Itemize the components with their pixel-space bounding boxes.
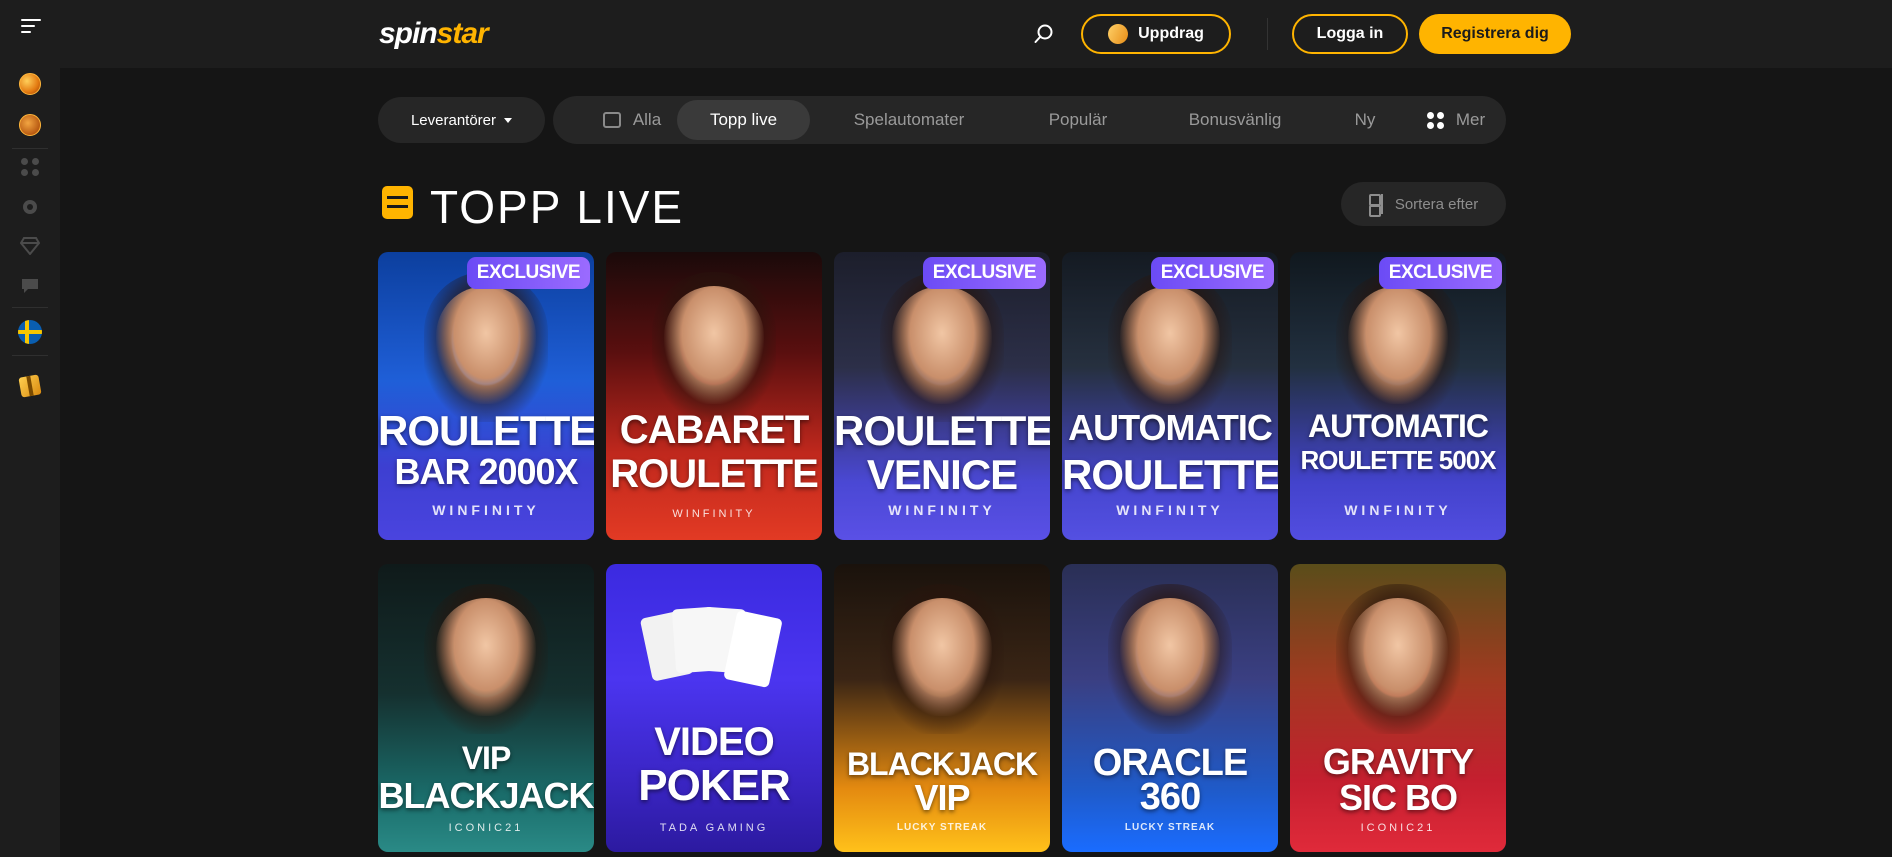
game-title-line2: 360 bbox=[1139, 776, 1201, 818]
sweden-flag-icon[interactable] bbox=[18, 320, 42, 344]
uppdrag-label: Uppdrag bbox=[1138, 25, 1204, 42]
uppdrag-icon bbox=[1105, 21, 1131, 47]
game-provider: LUCKY STREAK bbox=[896, 822, 988, 833]
game-card[interactable]: GRAVITY SIC BO ICONIC21 bbox=[1290, 564, 1506, 852]
logo-star: star bbox=[436, 17, 489, 50]
tab-popular[interactable]: Populär bbox=[1008, 100, 1148, 140]
sort-button[interactable]: Sortera efter bbox=[1341, 182, 1506, 226]
menu-icon[interactable] bbox=[21, 19, 41, 35]
game-title-line2: BAR 2000X bbox=[394, 451, 578, 492]
dots-icon[interactable] bbox=[18, 155, 42, 179]
category-tabs: Alla Topp live Spelautomater Populär Bon… bbox=[553, 96, 1506, 144]
header-divider bbox=[1267, 18, 1268, 50]
login-button[interactable]: Logga in bbox=[1292, 14, 1408, 54]
game-card[interactable]: EXCLUSIVE ROULETTE VENICE WINFINITY bbox=[834, 252, 1050, 540]
game-title-line1: GRAVITY bbox=[1322, 741, 1474, 782]
game-title-line1: VIP bbox=[461, 740, 512, 776]
game-title-line2: BLACKJACK bbox=[378, 775, 595, 816]
top-header bbox=[60, 0, 1892, 68]
game-title-line1: AUTOMATIC bbox=[1307, 408, 1489, 444]
dots-icon bbox=[1426, 111, 1444, 129]
providers-dropdown[interactable]: Leverantörer bbox=[378, 97, 545, 143]
game-provider: WINFINITY bbox=[432, 502, 540, 518]
exclusive-badge: EXCLUSIVE bbox=[1150, 257, 1274, 289]
game-card[interactable]: ORACLE 360 LUCKY STREAK bbox=[1062, 564, 1278, 852]
game-title-line2: POKER bbox=[638, 761, 790, 810]
game-title-line1: AUTOMATIC bbox=[1068, 407, 1273, 448]
game-title-line1: BLACKJACK bbox=[846, 746, 1038, 782]
game-title-line1: VIDEO bbox=[654, 720, 774, 764]
page-title: TOPP LIVE bbox=[430, 181, 685, 233]
game-provider: TADA GAMING bbox=[659, 822, 769, 834]
game-provider: WINFINITY bbox=[1116, 502, 1224, 518]
game-provider: WINFINITY bbox=[888, 502, 996, 518]
tab-topp-live[interactable]: Topp live bbox=[677, 100, 810, 140]
game-provider: WINFINITY bbox=[672, 508, 756, 520]
sort-icon bbox=[1368, 194, 1387, 217]
caret-down-icon bbox=[504, 117, 513, 123]
coin-icon[interactable] bbox=[18, 72, 42, 96]
tab-alla[interactable]: Alla bbox=[577, 100, 687, 140]
game-provider: WINFINITY bbox=[1344, 502, 1452, 518]
game-card[interactable]: EXCLUSIVE AUTOMATIC ROULETTE 500X WINFIN… bbox=[1290, 252, 1506, 540]
game-card[interactable]: BLACKJACK VIP LUCKY STREAK bbox=[834, 564, 1050, 852]
tab-bonusvanlig[interactable]: Bonusvänlig bbox=[1160, 100, 1310, 140]
game-title-line1: CABARET bbox=[619, 408, 810, 452]
game-card[interactable]: CABARET ROULETTE WINFINITY bbox=[606, 252, 822, 540]
game-title-line2: ROULETTE 500X bbox=[1300, 445, 1496, 475]
uppdrag-button[interactable]: Uppdrag bbox=[1081, 14, 1231, 54]
game-title-line2: SIC BO bbox=[1338, 777, 1458, 818]
tab-label: Mer bbox=[1455, 110, 1486, 129]
game-card[interactable]: EXCLUSIVE AUTOMATIC ROULETTE WINFINITY bbox=[1062, 252, 1278, 540]
tab-ny[interactable]: Ny bbox=[1325, 100, 1405, 140]
game-title-line2: ROULETTE bbox=[1062, 451, 1278, 498]
game-card[interactable]: VIP BLACKJACK ICONIC21 bbox=[378, 564, 594, 852]
register-button[interactable]: Registrera dig bbox=[1419, 14, 1571, 54]
diamond-icon[interactable] bbox=[18, 234, 42, 258]
game-title-line2: ROULETTE bbox=[610, 452, 819, 496]
providers-label: Leverantörer bbox=[410, 111, 497, 129]
game-provider: ICONIC21 bbox=[448, 822, 524, 834]
game-provider: ICONIC21 bbox=[1360, 822, 1436, 834]
gear-badge-icon[interactable] bbox=[18, 195, 42, 219]
game-card[interactable]: EXCLUSIVE ROULETTE BAR 2000X WINFINITY bbox=[378, 252, 594, 540]
logo-spin: spin bbox=[379, 17, 438, 50]
live-box-icon bbox=[382, 186, 413, 219]
game-title-line2: VIP bbox=[914, 777, 970, 818]
tab-mer[interactable]: Mer bbox=[1411, 100, 1501, 140]
tab-label: Alla bbox=[632, 110, 662, 129]
gift-icon[interactable] bbox=[18, 374, 42, 398]
exclusive-badge: EXCLUSIVE bbox=[922, 257, 1046, 289]
game-provider: LUCKY STREAK bbox=[1124, 822, 1216, 833]
search-icon[interactable] bbox=[1034, 24, 1054, 44]
exclusive-badge: EXCLUSIVE bbox=[1378, 257, 1502, 289]
playing-cards bbox=[639, 604, 786, 694]
game-title-line2: VENICE bbox=[866, 451, 1018, 498]
exclusive-badge: EXCLUSIVE bbox=[466, 257, 590, 289]
sort-label: Sortera efter bbox=[1394, 195, 1479, 213]
game-title-line1: ROULETTE bbox=[834, 407, 1050, 454]
game-card[interactable]: VIDEO POKER TADA GAMING bbox=[606, 564, 822, 852]
tab-spelautomater[interactable]: Spelautomater bbox=[829, 100, 989, 140]
sidebar bbox=[0, 0, 60, 857]
logo[interactable]: spinstar bbox=[379, 17, 489, 51]
grid-box-icon bbox=[602, 112, 621, 128]
game-title-line1: ROULETTE bbox=[378, 407, 594, 454]
cookie-icon[interactable] bbox=[18, 113, 42, 137]
chat-icon[interactable] bbox=[18, 274, 42, 298]
